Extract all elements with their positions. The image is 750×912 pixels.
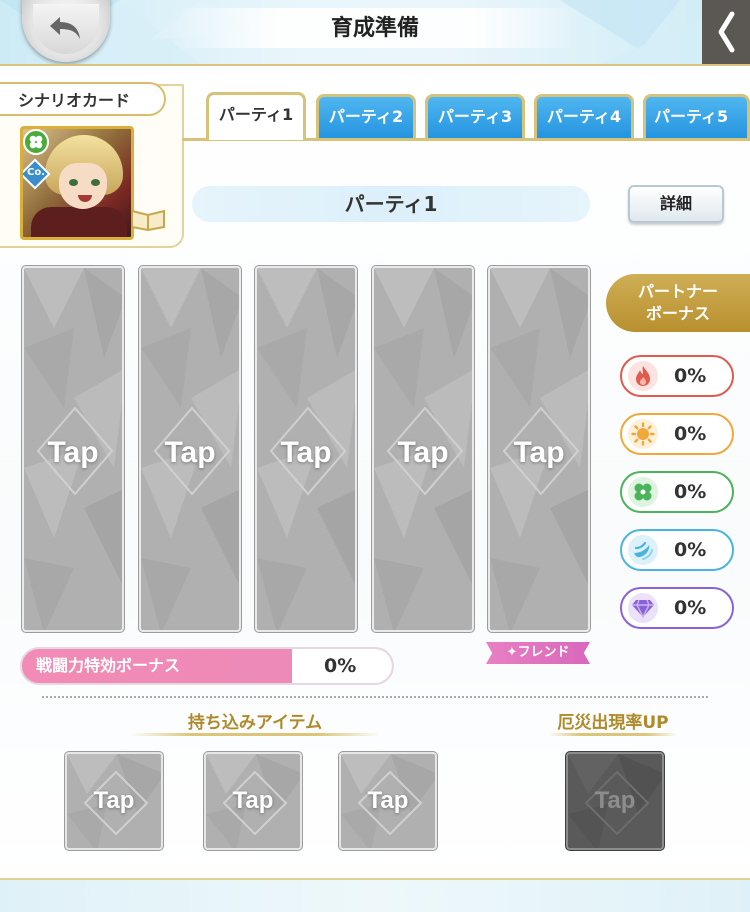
tap-label: Tap	[232, 787, 274, 814]
partner-bonus-wind: 0%	[620, 529, 734, 571]
character-slot-1[interactable]: Tap	[22, 266, 124, 632]
calamity-title-underline	[548, 733, 678, 736]
partner-bonus-title-line2: ボーナス	[645, 304, 710, 323]
attribute-label: Co.	[26, 167, 45, 178]
tap-label: Tap	[47, 436, 99, 469]
calamity-slot[interactable]: Tap	[566, 752, 664, 850]
tap-label: Tap	[164, 436, 216, 469]
character-slot-4[interactable]: Tap	[372, 266, 474, 632]
items-section-title: 持ち込みアイテム	[187, 713, 323, 733]
scenario-card-label: シナリオカード	[0, 82, 166, 116]
bottom-strip	[0, 878, 750, 912]
back-arrow-icon	[50, 17, 80, 39]
item-slot-2[interactable]: Tap	[204, 752, 302, 850]
combat-bonus-label: 戦闘力特効ボーナス	[36, 656, 181, 675]
wind-bonus-value: 0%	[674, 539, 707, 561]
partner-bonus-button[interactable]: パートナー ボーナス	[606, 274, 750, 332]
items-title-underline	[130, 733, 380, 736]
sun-bonus-value: 0%	[674, 423, 707, 445]
clover-icon	[628, 477, 658, 507]
clover-bonus-value: 0%	[674, 481, 707, 503]
partner-bonus-diamond: 0%	[620, 587, 734, 629]
tab-party-5[interactable]: パーティ5	[643, 94, 750, 138]
page-title: 育成準備	[330, 16, 419, 41]
fire-bonus-value: 0%	[674, 365, 707, 387]
tap-label: Tap	[594, 787, 636, 814]
tab-party-2[interactable]: パーティ2	[316, 94, 416, 138]
fire-icon	[628, 361, 658, 391]
partner-bonus-sun: 0%	[620, 413, 734, 455]
diamond-icon	[628, 593, 658, 623]
book-icon	[131, 209, 165, 231]
card-art-eye	[91, 179, 100, 186]
item-slot-1[interactable]: Tap	[65, 752, 163, 850]
friend-tag: ✦フレンド	[486, 642, 590, 664]
card-art-face	[59, 163, 107, 209]
item-slot-3[interactable]: Tap	[339, 752, 437, 850]
party-name-banner: パーティ1	[192, 186, 590, 222]
card-art-eye	[69, 179, 78, 186]
sun-icon	[628, 419, 658, 449]
chevron-left-icon	[718, 11, 735, 53]
tap-label: Tap	[397, 436, 449, 469]
header-bar: 育成準備	[0, 0, 750, 64]
combat-bonus-bar: 戦闘力特効ボーナス 0%	[20, 647, 394, 685]
partner-bonus-fire: 0%	[620, 355, 734, 397]
calamity-section-title: 厄災出現率UP	[557, 713, 669, 733]
clover-icon	[23, 129, 49, 155]
tap-label: Tap	[513, 436, 565, 469]
tap-label: Tap	[367, 787, 409, 814]
wind-icon	[628, 535, 658, 565]
party-tabs: パーティ1 パーティ2 パーティ3 パーティ4 パーティ5	[206, 92, 750, 140]
tab-party-4[interactable]: パーティ4	[534, 94, 634, 138]
partner-bonus-clover: 0%	[620, 471, 734, 513]
character-slot-friend[interactable]: Tap	[488, 266, 590, 632]
character-slot-3[interactable]: Tap	[255, 266, 357, 632]
partner-bonus-title-line1: パートナー	[637, 282, 718, 301]
detail-button[interactable]: 詳細	[628, 185, 724, 223]
character-slot-2[interactable]: Tap	[139, 266, 241, 632]
combat-bonus-value: 0%	[292, 649, 392, 683]
diamond-bonus-value: 0%	[674, 597, 707, 619]
tab-party-1[interactable]: パーティ1	[206, 92, 306, 140]
tab-party-3[interactable]: パーティ3	[425, 94, 525, 138]
section-divider	[42, 696, 708, 698]
tap-label: Tap	[280, 436, 332, 469]
card-art-coat	[31, 207, 127, 237]
scenario-card[interactable]: Co.	[20, 126, 134, 240]
tap-label: Tap	[93, 787, 135, 814]
